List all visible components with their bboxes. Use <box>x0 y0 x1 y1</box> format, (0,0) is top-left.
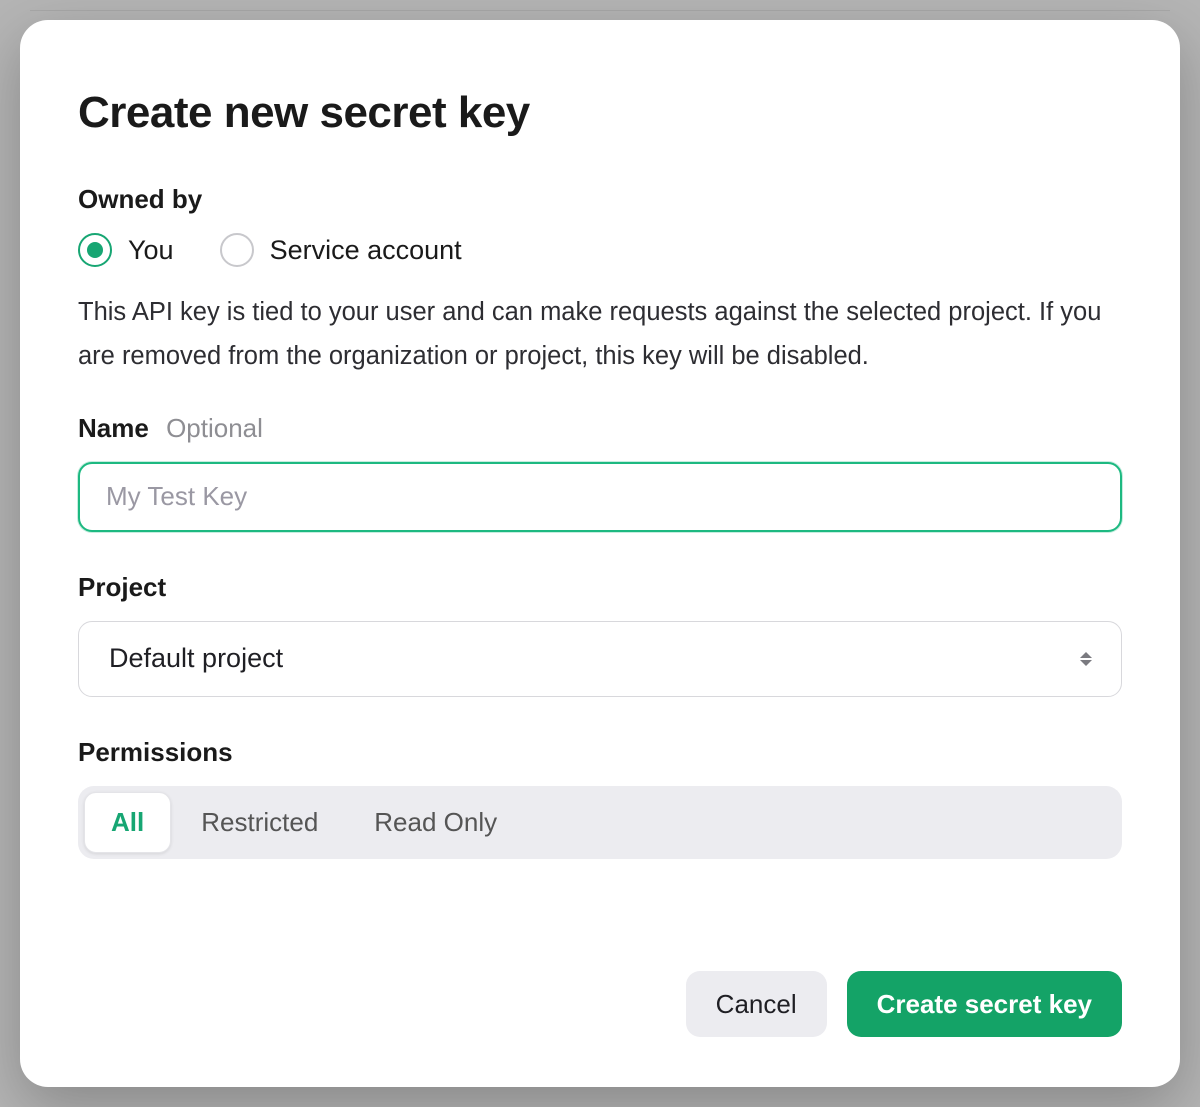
radio-selected-icon <box>78 233 112 267</box>
owned-by-you-radio[interactable]: You <box>78 233 174 267</box>
owned-by-label: Owned by <box>78 184 1122 215</box>
permissions-option-read-only[interactable]: Read Only <box>348 792 523 853</box>
project-select[interactable]: Default project <box>78 621 1122 697</box>
create-secret-key-modal: Create new secret key Owned by You Servi… <box>20 20 1180 1087</box>
cancel-button[interactable]: Cancel <box>686 971 827 1037</box>
owned-by-you-label: You <box>128 235 174 266</box>
owned-by-description: This API key is tied to your user and ca… <box>78 291 1122 379</box>
owned-by-service-radio[interactable]: Service account <box>220 233 462 267</box>
create-secret-key-button[interactable]: Create secret key <box>847 971 1122 1037</box>
name-input[interactable] <box>78 462 1122 532</box>
permissions-label: Permissions <box>78 737 1122 768</box>
radio-unselected-icon <box>220 233 254 267</box>
name-label: Name Optional <box>78 413 1122 444</box>
modal-footer: Cancel Create secret key <box>78 931 1122 1037</box>
project-selected-value: Default project <box>109 643 283 674</box>
project-label: Project <box>78 572 1122 603</box>
modal-title: Create new secret key <box>78 88 1122 138</box>
permissions-option-restricted[interactable]: Restricted <box>175 792 344 853</box>
permissions-segmented: AllRestrictedRead Only <box>78 786 1122 859</box>
owned-by-radio-group: You Service account <box>78 233 1122 267</box>
owned-by-service-label: Service account <box>270 235 462 266</box>
permissions-option-all[interactable]: All <box>84 792 171 853</box>
name-optional-hint: Optional <box>166 413 263 443</box>
select-caret-icon <box>1076 647 1096 671</box>
